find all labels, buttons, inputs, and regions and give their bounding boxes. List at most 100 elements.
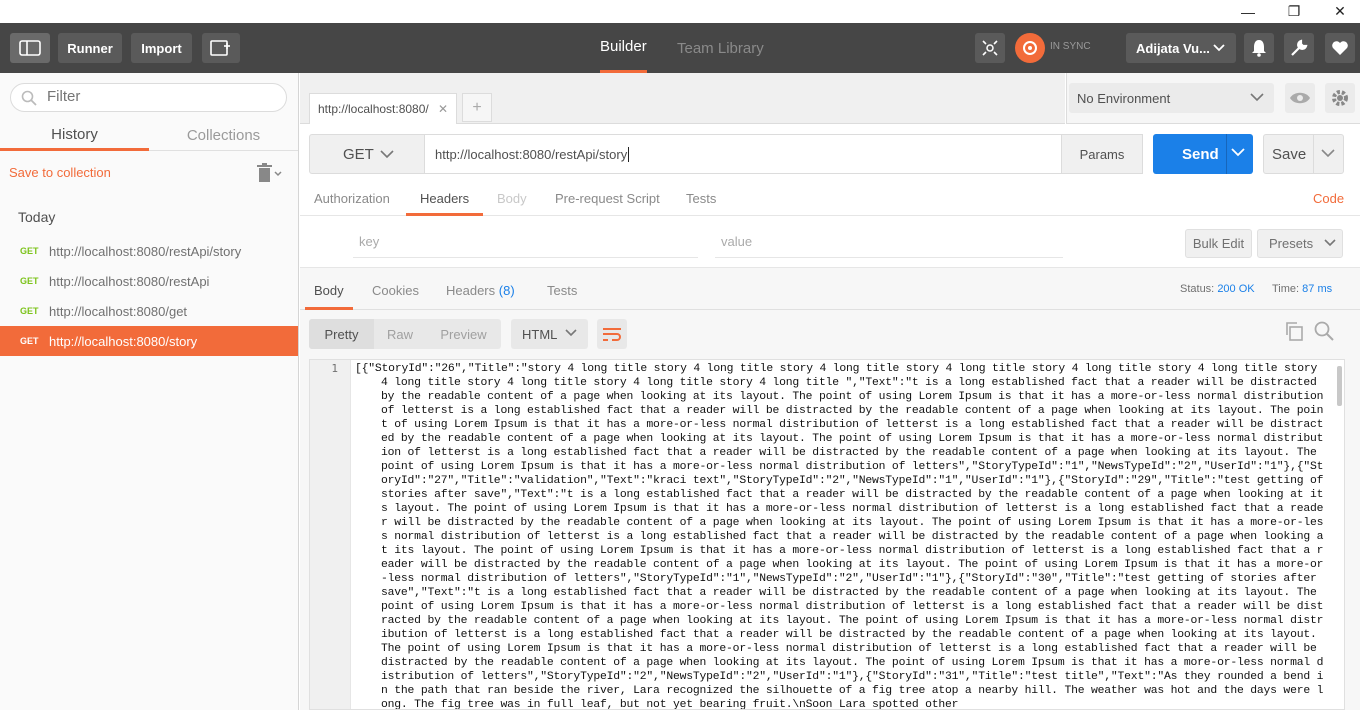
chevron-down-icon[interactable] — [1231, 146, 1245, 158]
history-item-selected[interactable]: GET http://localhost:8080/story — [0, 326, 298, 356]
add-tab-button[interactable]: + — [462, 93, 492, 122]
method-value: GET — [343, 145, 374, 163]
filter-input[interactable] — [47, 88, 267, 105]
save-to-collection-link[interactable]: Save to collection — [9, 165, 111, 180]
chevron-down-icon[interactable] — [1321, 147, 1335, 159]
send-button[interactable]: Send — [1153, 134, 1253, 174]
tab-test-results[interactable]: Tests — [547, 283, 577, 298]
close-icon[interactable]: ✕ — [438, 102, 448, 116]
request-tab[interactable]: http://localhost:8080/ ✕ — [309, 93, 457, 124]
restore-button[interactable]: ❐ — [1271, 0, 1317, 23]
new-window-icon — [210, 40, 230, 56]
chevron-down-icon — [565, 329, 577, 337]
header-value-input[interactable]: value — [715, 230, 1063, 258]
request-tab-title: http://localhost:8080/ — [318, 102, 429, 116]
minimize-button[interactable]: — — [1225, 0, 1271, 23]
history-url: http://localhost:8080/story — [49, 333, 198, 349]
status-value: 200 OK — [1217, 283, 1255, 295]
settings-button[interactable] — [1284, 33, 1314, 63]
trash-icon — [257, 163, 282, 182]
method-select[interactable]: GET — [309, 134, 425, 174]
environment-select[interactable]: No Environment — [1069, 83, 1274, 113]
line-number: 1 — [331, 362, 338, 375]
search-response-button[interactable] — [1314, 321, 1334, 344]
language-value: HTML — [522, 326, 558, 342]
save-button[interactable]: Save — [1263, 134, 1344, 174]
favorites-button[interactable] — [1325, 33, 1355, 63]
toggle-sidebar-button[interactable] — [10, 33, 50, 63]
tab-response-headers[interactable]: Headers (8) — [446, 283, 515, 298]
request-tabs: Authorization Headers Body Pre-request S… — [300, 183, 1360, 216]
tab-headers[interactable]: Headers — [406, 191, 484, 216]
tab-tests[interactable]: Tests — [686, 191, 716, 206]
wrap-icon — [603, 328, 621, 341]
generate-code-link[interactable]: Code — [1313, 191, 1344, 206]
text-cursor — [628, 146, 630, 162]
window-titlebar: — ❐ ✕ — [0, 0, 1360, 23]
tab-authorization[interactable]: Authorization — [314, 191, 390, 206]
chevron-down-icon — [380, 150, 394, 159]
user-menu-button[interactable]: Adijata Vu... — [1126, 33, 1236, 63]
tab-pre-request-script[interactable]: Pre-request Script — [555, 191, 660, 206]
line-number-gutter: 1 — [310, 360, 351, 709]
language-select[interactable]: HTML — [511, 319, 588, 349]
pretty-button[interactable]: Pretty — [309, 319, 374, 349]
header-key-input[interactable]: key — [353, 230, 698, 258]
new-window-button[interactable] — [202, 33, 240, 63]
filter-box[interactable] — [10, 83, 287, 112]
quick-look-button[interactable] — [1285, 83, 1315, 113]
url-value: http://localhost:8080/restApi/story — [435, 146, 628, 162]
history-method: GET — [20, 246, 39, 256]
manage-environments-button[interactable] — [1325, 83, 1355, 113]
import-button[interactable]: Import — [131, 33, 192, 63]
runner-button[interactable]: Runner — [58, 33, 122, 63]
divider — [1313, 135, 1314, 173]
tab-body[interactable]: Body — [497, 191, 527, 206]
eye-icon — [1290, 92, 1310, 104]
tab-cookies[interactable]: Cookies — [372, 283, 419, 298]
wrap-lines-button[interactable] — [597, 319, 627, 349]
preview-button[interactable]: Preview — [426, 319, 501, 349]
history-method: GET — [20, 276, 39, 286]
environment-value: No Environment — [1077, 90, 1171, 106]
sync-icon — [1023, 41, 1037, 55]
user-name: Adijata Vu... — [1136, 40, 1210, 56]
chevron-down-icon — [1213, 44, 1225, 52]
copy-icon — [1286, 322, 1303, 341]
tab-history[interactable]: History — [0, 121, 149, 151]
history-method: GET — [20, 306, 39, 316]
environment-bar: No Environment — [1066, 73, 1360, 124]
send-label: Send — [1182, 145, 1219, 163]
bulk-edit-button[interactable]: Bulk Edit — [1185, 229, 1252, 258]
raw-button[interactable]: Raw — [374, 319, 426, 349]
sidebar-icon — [19, 40, 41, 56]
satellite-icon — [982, 40, 998, 56]
sync-status-button[interactable] — [1015, 33, 1045, 63]
response-scrollbar[interactable] — [1337, 366, 1342, 406]
time-label: Time: — [1272, 283, 1300, 295]
params-button[interactable]: Params — [1062, 134, 1143, 174]
history-item[interactable]: GET http://localhost:8080/restApi — [0, 266, 298, 296]
history-url: http://localhost:8080/restApi — [49, 273, 210, 289]
response-body-viewer[interactable]: 1 [{"StoryId":"26","Title":"story 4 long… — [309, 359, 1345, 710]
tab-team-library[interactable]: Team Library — [677, 23, 764, 73]
response-tabs: Body Cookies Headers (8) Tests Status: 2… — [300, 268, 1360, 310]
sidebar: History Collections Save to collection T… — [0, 73, 299, 710]
copy-response-button[interactable] — [1284, 321, 1304, 344]
tab-response-body[interactable]: Body — [305, 283, 353, 310]
save-label: Save — [1272, 145, 1307, 163]
gear-icon — [1332, 90, 1348, 106]
url-input[interactable]: http://localhost:8080/restApi/story — [425, 134, 1062, 174]
interceptor-button[interactable] — [975, 33, 1005, 63]
close-window-button[interactable]: ✕ — [1317, 0, 1360, 23]
clear-history-button[interactable] — [257, 163, 283, 186]
chevron-down-icon — [1324, 239, 1336, 247]
history-item[interactable]: GET http://localhost:8080/restApi/story — [0, 236, 298, 266]
presets-button[interactable]: Presets — [1257, 229, 1343, 258]
history-item[interactable]: GET http://localhost:8080/get — [0, 296, 298, 326]
tab-builder[interactable]: Builder — [600, 23, 647, 73]
history-url: http://localhost:8080/restApi/story — [49, 243, 242, 259]
notifications-button[interactable] — [1244, 33, 1274, 63]
tab-collections[interactable]: Collections — [149, 121, 298, 151]
response-headers-label: Headers — [446, 283, 496, 298]
